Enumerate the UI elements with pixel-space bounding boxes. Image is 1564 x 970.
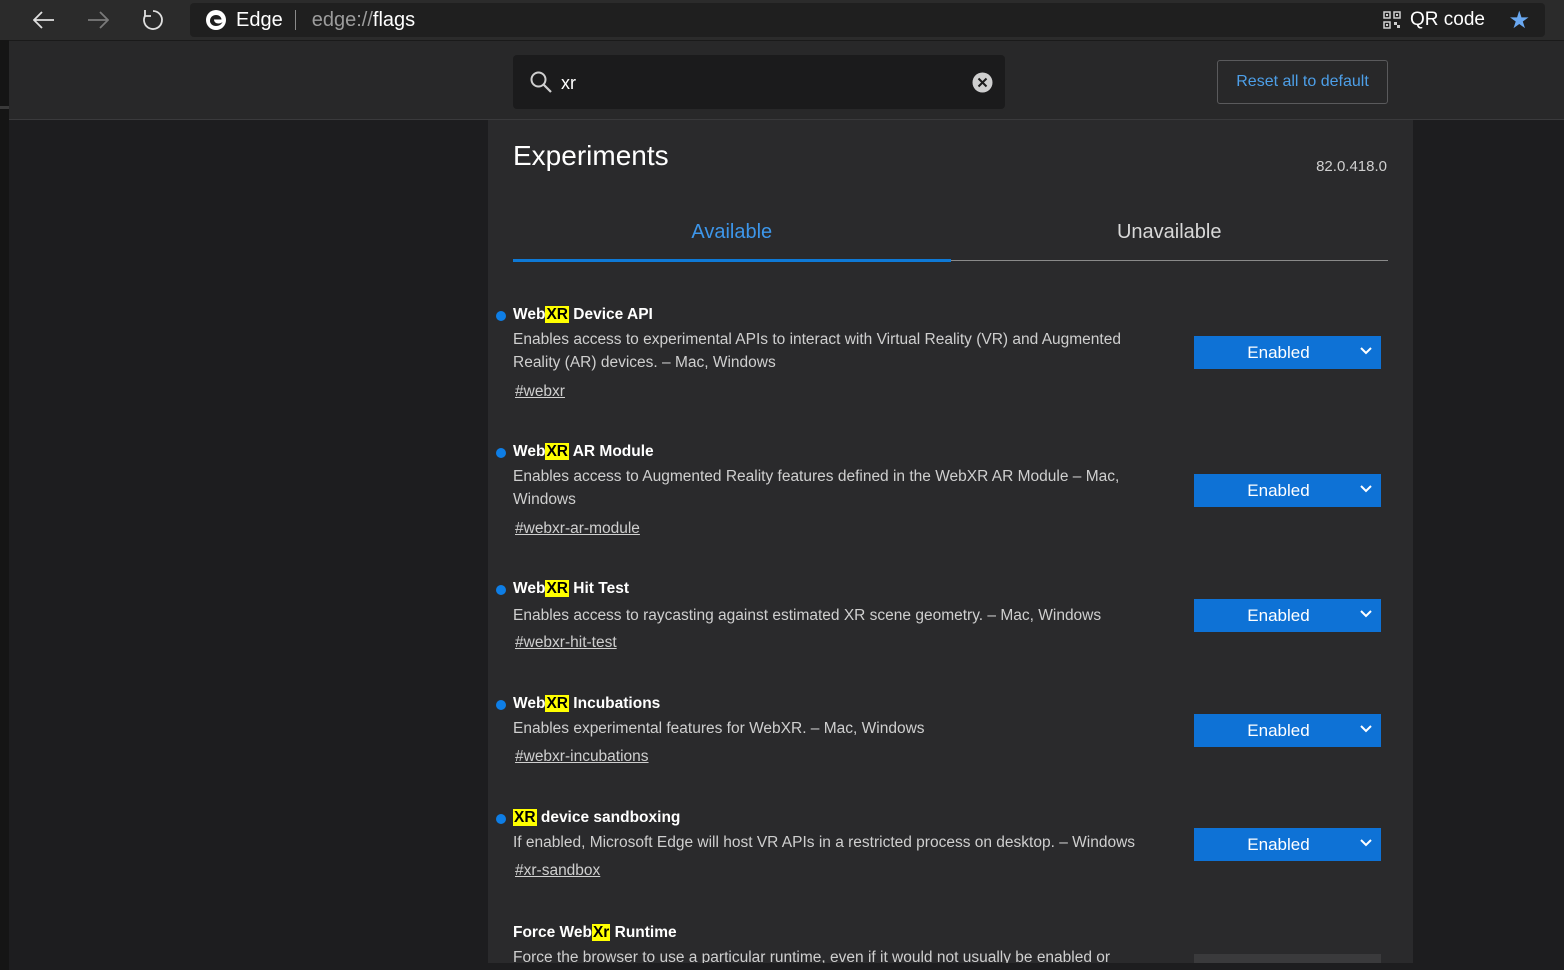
tab-available[interactable]: Available — [513, 205, 951, 262]
refresh-icon — [143, 10, 163, 30]
flag-title-prefix: Web — [513, 695, 546, 712]
flag-state-select[interactable]: Enabled — [1194, 828, 1381, 861]
flag-anchor-link[interactable]: #webxr-ar-module — [515, 519, 640, 539]
flag-state-value: Enabled — [1247, 342, 1310, 362]
forward-button[interactable] — [78, 0, 118, 40]
version-label: 82.0.418.0 — [1316, 158, 1387, 175]
flag-title-suffix: Hit Test — [569, 580, 629, 597]
search-match-highlight: XR — [545, 695, 569, 712]
search-match-highlight: XR — [545, 306, 569, 323]
flag-state-value: Enabled — [1247, 834, 1310, 854]
flag-title-suffix: Device API — [569, 306, 653, 323]
modified-indicator — [496, 448, 506, 458]
search-container — [513, 55, 1005, 111]
flag-title-suffix: Incubations — [569, 695, 661, 712]
back-arrow-icon — [33, 11, 54, 29]
flag-title-suffix: device sandboxing — [536, 809, 681, 826]
flag-title-prefix: Force Web — [513, 924, 592, 941]
flag-description: Enables access to experimental APIs to i… — [513, 331, 1121, 371]
flag-anchor-link[interactable]: #webxr-hit-test — [515, 633, 617, 653]
flag-state-select[interactable]: Enabled — [1194, 599, 1381, 632]
flag-description: Enables access to raycasting against est… — [513, 607, 1102, 624]
flag-title-prefix: Web — [513, 580, 546, 597]
flag-item: WebXR Hit Test Enables access to raycast… — [496, 576, 1386, 656]
flag-title: WebXR Hit Test — [513, 576, 629, 602]
clear-icon[interactable] — [972, 72, 993, 93]
flag-title: WebXR AR Module — [513, 439, 654, 465]
url-text[interactable]: edge://flags — [312, 9, 415, 32]
url-host: flags — [372, 8, 416, 31]
flag-state-value: Enabled — [1247, 605, 1310, 625]
chevron-down-icon — [1360, 347, 1372, 355]
modified-indicator — [496, 814, 506, 824]
tab-bar: Available Unavailable — [513, 205, 1389, 262]
reset-all-button[interactable]: Reset all to default — [1217, 60, 1388, 104]
browser-brand: Edge — [236, 8, 283, 31]
search-input[interactable] — [559, 55, 953, 111]
viewport-bottom — [488, 963, 1413, 970]
flag-state-select[interactable]: Enabled — [1194, 714, 1381, 747]
forward-arrow-icon — [88, 11, 109, 29]
flag-anchor-link[interactable]: #webxr — [515, 382, 565, 402]
url-scheme: edge:// — [311, 8, 373, 31]
modified-indicator — [496, 700, 506, 710]
favorite-button[interactable]: ★ — [1508, 3, 1530, 37]
search-match-highlight: Xr — [591, 924, 611, 941]
chevron-down-icon — [1360, 725, 1372, 733]
qr-code-icon — [1383, 11, 1401, 29]
browser-toolbar: Edge edge://flags QR code ★ — [0, 0, 1564, 41]
search-match-highlight: XR — [513, 809, 537, 826]
flag-item: WebXR Incubations Enables experimental f… — [496, 691, 1386, 771]
flag-state-select[interactable]: Enabled — [1194, 474, 1381, 507]
star-icon: ★ — [1508, 6, 1530, 34]
flag-title: WebXR Incubations — [513, 691, 660, 717]
chevron-down-icon — [1360, 610, 1372, 618]
flag-item: WebXR AR Module Enables access to Augmen… — [496, 439, 1386, 539]
flag-description: If enabled, Microsoft Edge will host VR … — [513, 834, 1136, 851]
left-edge-marker — [0, 106, 9, 109]
flag-state-select[interactable]: Enabled — [1194, 336, 1381, 369]
modified-indicator — [496, 311, 506, 321]
flag-title: WebXR Device API — [513, 302, 653, 328]
left-edge — [0, 40, 9, 970]
search-icon — [530, 71, 552, 93]
flag-state-value: Enabled — [1247, 720, 1310, 740]
search-match-highlight: XR — [545, 443, 569, 460]
flag-title-prefix: Web — [513, 306, 546, 323]
flag-title: XR device sandboxing — [513, 805, 680, 831]
flag-title-suffix: AR Module — [569, 443, 654, 460]
chevron-down-icon — [1360, 485, 1372, 493]
qr-code-button[interactable]: QR code — [1383, 3, 1485, 37]
flag-item: WebXR Device API Enables access to exper… — [496, 302, 1386, 402]
flag-description: Enables experimental features for WebXR.… — [513, 720, 925, 737]
search-match-highlight: XR — [545, 580, 569, 597]
flag-title-suffix: Runtime — [610, 924, 677, 941]
address-bar[interactable]: Edge edge://flags QR code ★ — [190, 3, 1545, 37]
back-button[interactable] — [24, 0, 64, 40]
page-title: Experiments — [513, 140, 669, 171]
flag-description: Enables access to Augmented Reality feat… — [513, 468, 1120, 508]
flag-state-value: Enabled — [1247, 480, 1310, 500]
flag-anchor-link[interactable]: #xr-sandbox — [515, 861, 600, 881]
flag-anchor-link[interactable]: #webxr-incubations — [515, 747, 649, 767]
qr-code-label: QR code — [1410, 9, 1485, 30]
address-separator — [294, 10, 296, 30]
flag-title-prefix: Web — [513, 443, 546, 460]
flag-title: Force WebXr Runtime — [513, 920, 677, 946]
flag-item: XR device sandboxing If enabled, Microso… — [496, 805, 1386, 885]
refresh-button[interactable] — [133, 0, 173, 40]
modified-indicator — [496, 585, 506, 595]
chevron-down-icon — [1360, 839, 1372, 847]
tab-unavailable[interactable]: Unavailable — [951, 205, 1389, 260]
edge-logo-icon — [206, 10, 226, 30]
